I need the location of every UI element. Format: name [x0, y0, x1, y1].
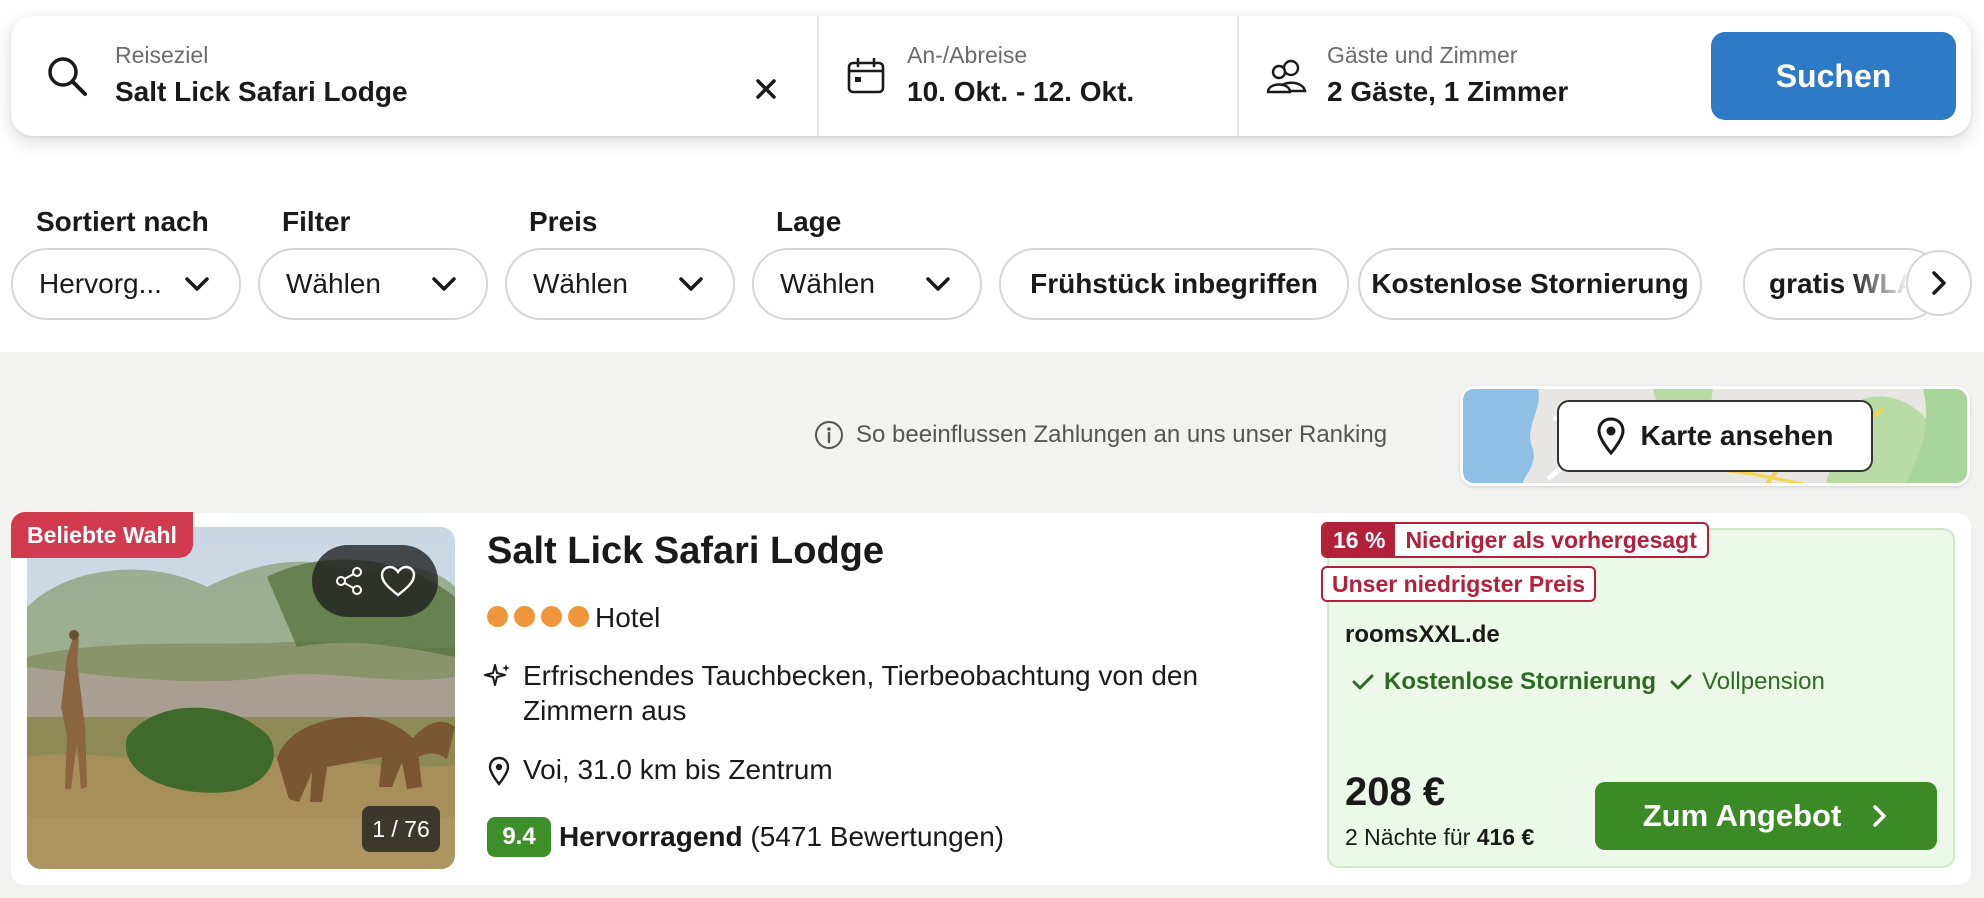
deal-provider: roomsXXL.de	[1345, 621, 1500, 648]
ranking-info-text: So beeinflussen Zahlungen an uns unser R…	[856, 421, 1388, 448]
location-value: Wählen	[780, 268, 875, 299]
sort-label: Sortiert nach	[36, 206, 209, 237]
perk-full-board: Vollpension	[1702, 668, 1825, 695]
guests-label: Gäste und Zimmer	[1327, 42, 1518, 68]
filter-label: Filter	[282, 206, 351, 237]
price-drop-percent: 16 %	[1323, 524, 1396, 556]
price-dropdown[interactable]: Wählen	[505, 248, 735, 320]
star-rating	[487, 606, 589, 627]
sort-value: Hervorg...	[39, 268, 162, 299]
clear-icon[interactable]	[751, 74, 781, 104]
star-icon	[541, 606, 562, 627]
photo-actions	[312, 545, 438, 617]
dates-label: An-/Abreise	[907, 42, 1028, 68]
photo-counter: 1 / 76	[362, 806, 440, 852]
calendar-icon	[847, 58, 885, 94]
chevron-down-icon	[185, 277, 209, 291]
view-map-label: Karte ansehen	[1640, 420, 1834, 451]
review-count: (5471 Bewertungen)	[750, 821, 1005, 852]
sort-dropdown[interactable]: Hervorg...	[11, 248, 241, 320]
star-icon	[568, 606, 589, 627]
rating-summary[interactable]: Hervorragend (5471 Bewertungen)	[559, 821, 1004, 853]
view-map-button[interactable]: Karte ansehen	[1557, 400, 1873, 472]
scroll-right-button[interactable]	[1906, 250, 1972, 316]
chevron-right-icon	[1932, 271, 1946, 295]
star-icon	[514, 606, 535, 627]
star-icon	[487, 606, 508, 627]
destination-label: Reiseziel	[115, 42, 209, 68]
lowest-price-badge: Unser niedrigster Preis	[1321, 566, 1597, 602]
hotel-type: Hotel	[595, 602, 661, 633]
view-deal-button[interactable]: Zum Angebot	[1595, 782, 1937, 850]
check-icon	[1670, 674, 1692, 690]
perk-free-cancellation: Kostenlose Stornierung	[1384, 668, 1657, 695]
filter-dropdown[interactable]: Wählen	[258, 248, 488, 320]
share-icon[interactable]	[333, 565, 365, 597]
dates-value[interactable]: 10. Okt. - 12. Okt.	[907, 76, 1134, 108]
total-price-text: 2 Nächte für	[1345, 824, 1471, 850]
scroll-fade	[1850, 250, 1910, 318]
view-deal-label: Zum Angebot	[1642, 798, 1842, 833]
hotel-feature: Erfrischendes Tauchbecken, Tierbeobachtu…	[523, 660, 1199, 726]
chevron-right-icon	[1873, 805, 1887, 827]
hotel-location: Voi, 31.0 km bis Zentrum	[523, 754, 833, 785]
heart-icon[interactable]	[379, 564, 417, 598]
info-icon	[815, 421, 843, 449]
location-pin-icon	[488, 756, 510, 786]
total-price-value: 416 €	[1476, 824, 1535, 850]
price-value: Wählen	[533, 268, 628, 299]
dates-field[interactable]: An-/Abreise 10. Okt. - 12. Okt.	[819, 16, 1237, 136]
quick-filter-breakfast[interactable]: Frühstück inbegriffen	[999, 248, 1349, 320]
sparkle-icon	[484, 664, 510, 686]
chevron-down-icon	[926, 277, 950, 291]
price-drop-badge: 16 % Niedriger als vorhergesagt	[1321, 522, 1709, 558]
location-label: Lage	[776, 206, 842, 237]
total-price: 2 Nächte für 416 €	[1345, 824, 1534, 851]
guests-field[interactable]: Gäste und Zimmer 2 Gäste, 1 Zimmer	[1239, 16, 1689, 136]
rating-score-badge: 9.4	[487, 817, 551, 857]
price-drop-text: Niedriger als vorhergesagt	[1405, 526, 1697, 553]
destination-value[interactable]: Salt Lick Safari Lodge	[115, 76, 408, 108]
search-button[interactable]: Suchen	[1711, 32, 1956, 120]
chevron-down-icon	[432, 277, 456, 291]
location-dropdown[interactable]: Wählen	[752, 248, 982, 320]
guests-value[interactable]: 2 Gäste, 1 Zimmer	[1327, 76, 1568, 108]
hotel-name[interactable]: Salt Lick Safari Lodge	[487, 530, 884, 573]
chevron-down-icon	[679, 277, 703, 291]
search-icon	[48, 57, 87, 96]
guests-icon	[1266, 59, 1307, 94]
quick-filter-free-cancellation[interactable]: Kostenlose Stornierung	[1358, 248, 1702, 320]
deal-perks: Kostenlose Stornierung Vollpension	[1352, 668, 1825, 696]
price-label: Preis	[529, 206, 598, 237]
check-icon	[1352, 674, 1374, 690]
search-bar: Reiseziel Salt Lick Safari Lodge An-/Abr…	[11, 16, 1971, 136]
destination-field[interactable]: Reiseziel Salt Lick Safari Lodge	[11, 16, 817, 136]
rating-word: Hervorragend	[559, 821, 743, 852]
filter-value: Wählen	[286, 268, 381, 299]
popular-choice-badge: Beliebte Wahl	[11, 512, 193, 558]
ranking-info-link[interactable]: So beeinflussen Zahlungen an uns unser R…	[814, 420, 1387, 450]
price-per-night: 208 €	[1345, 770, 1446, 814]
map-pin-icon	[1597, 417, 1625, 455]
